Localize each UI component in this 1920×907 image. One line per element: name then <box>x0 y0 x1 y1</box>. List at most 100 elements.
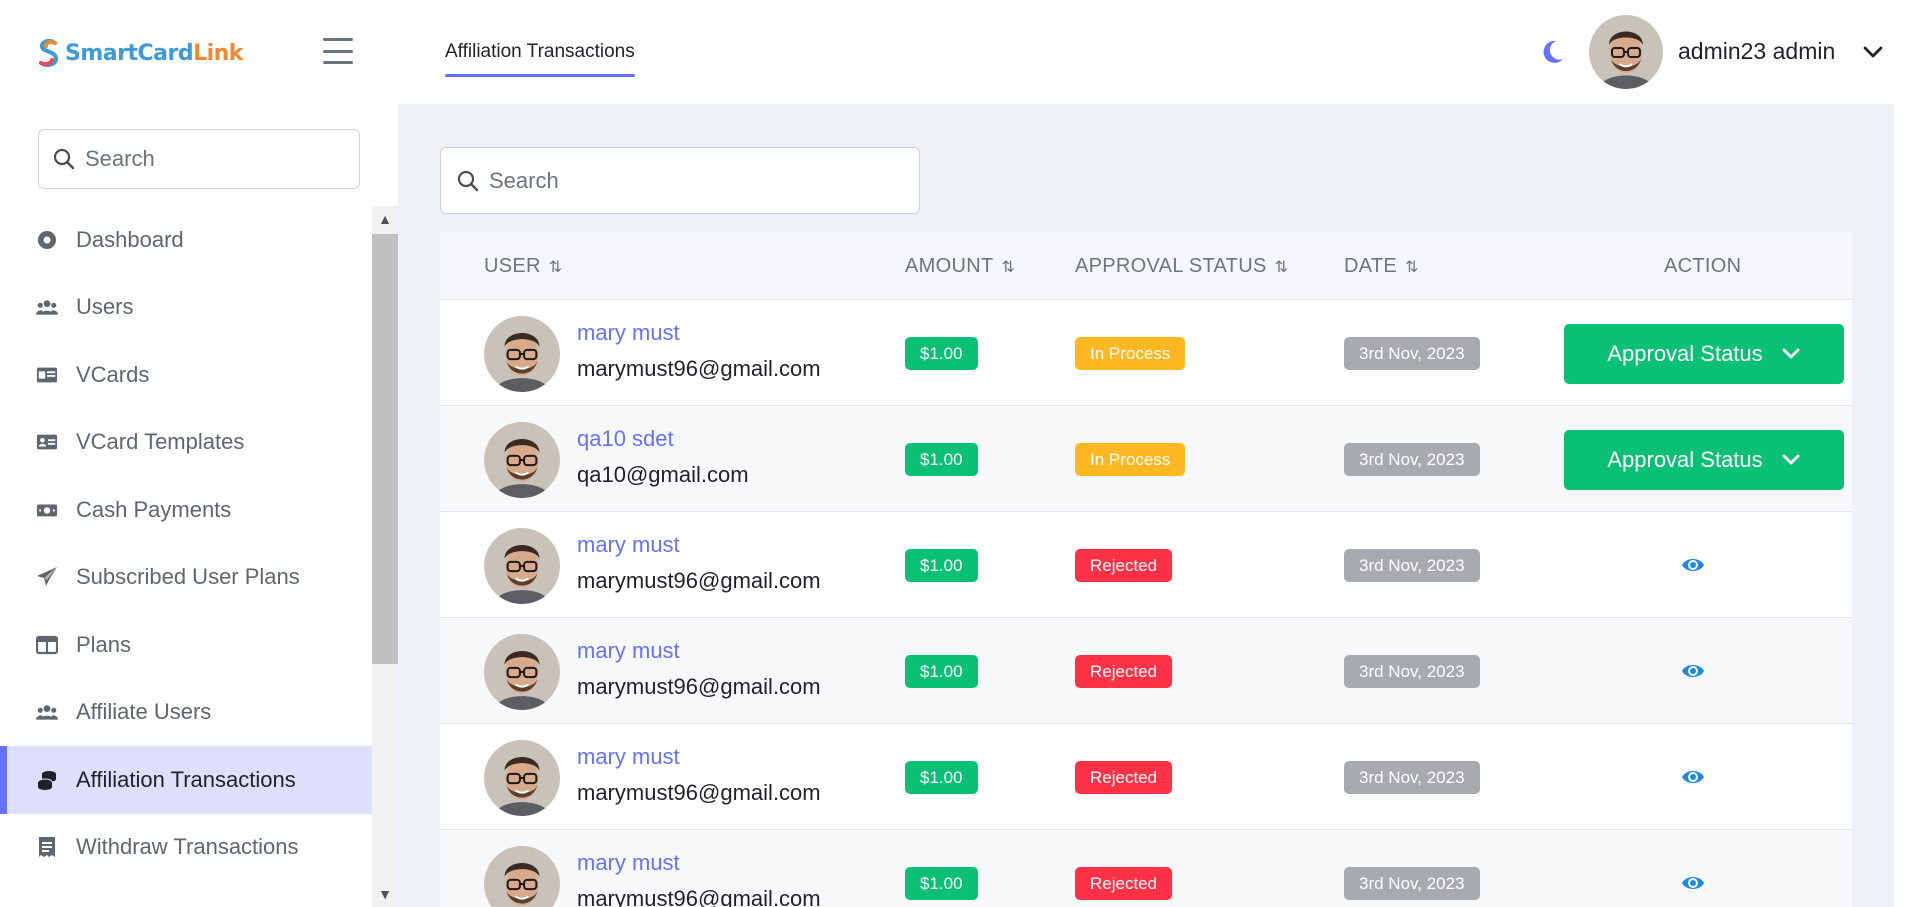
sidebar-item-vcards[interactable]: VCards <box>0 341 372 409</box>
user-menu-name[interactable]: admin23 admin <box>1678 38 1835 65</box>
status-badge: Rejected <box>1075 549 1173 582</box>
menu-toggle-button[interactable] <box>323 38 353 64</box>
chevron-down-icon[interactable] <box>1862 43 1884 61</box>
avatar[interactable] <box>1589 15 1663 89</box>
sidebar-item-label: Affiliate Users <box>76 699 212 725</box>
avatar <box>484 422 560 498</box>
sidebar-item-users[interactable]: Users <box>0 274 372 342</box>
column-label: DATE <box>1344 255 1398 277</box>
sidebar-item-affiliation-transactions[interactable]: Affiliation Transactions <box>0 746 372 814</box>
column-header-date[interactable]: DATE ⇅ <box>1344 255 1419 278</box>
column-header-action: ACTION <box>1664 255 1741 278</box>
column-label: ACTION <box>1664 255 1742 277</box>
eye-icon[interactable] <box>1681 554 1705 576</box>
sidebar-item-label: VCards <box>76 361 150 387</box>
sidebar-item-plans[interactable]: Plans <box>0 611 372 679</box>
plans-icon <box>36 634 58 656</box>
date-badge: 3rd Nov, 2023 <box>1344 761 1480 794</box>
logo-icon <box>39 38 58 68</box>
vcard-template-icon <box>36 431 58 453</box>
table-row: mary must marymust96@gmail.com $1.00 In … <box>440 300 1852 406</box>
sidebar-item-label: Affiliation Transactions <box>76 766 296 792</box>
button-label: Approval Status <box>1607 341 1763 366</box>
sidebar-item-withdraw-transactions[interactable]: Withdraw Transactions <box>0 814 372 882</box>
status-badge: In Process <box>1075 443 1186 476</box>
transactions-table: USER ⇅ AMOUNT ⇅ APPROVAL STATUS ⇅ DATE ⇅ ACT… <box>440 232 1852 907</box>
brand-logo[interactable]: SmartCardLink <box>37 36 243 70</box>
users-icon <box>36 701 58 723</box>
user-name-link[interactable]: mary must <box>577 320 680 346</box>
status-badge: Rejected <box>1075 761 1173 794</box>
scroll-down-arrow-icon[interactable]: ▼ <box>372 883 398 905</box>
sidebar-item-label: Dashboard <box>76 226 184 252</box>
sort-icon: ⇅ <box>1405 258 1419 276</box>
users-icon <box>36 296 58 318</box>
eye-icon[interactable] <box>1681 660 1705 682</box>
user-email: marymust96@gmail.com <box>577 356 821 381</box>
sidebar-scrollbar[interactable]: ▲ ▼ <box>372 206 398 907</box>
date-badge: 3rd Nov, 2023 <box>1344 443 1480 476</box>
amount-badge: $1.00 <box>905 655 978 688</box>
tab-affiliation-transactions[interactable]: Affiliation Transactions <box>445 41 635 77</box>
sidebar-item-subscribed-user-plans[interactable]: Subscribed User Plans <box>0 544 372 612</box>
sidebar-item-vcard-templates[interactable]: VCard Templates <box>0 409 372 477</box>
cash-icon <box>36 499 58 521</box>
sort-icon: ⇅ <box>548 258 563 276</box>
eye-icon[interactable] <box>1681 872 1705 894</box>
table-body: mary must marymust96@gmail.com $1.00 In … <box>440 300 1852 907</box>
page-edge <box>1894 0 1920 907</box>
moon-icon[interactable] <box>1538 38 1566 66</box>
amount-badge: $1.00 <box>905 761 978 794</box>
sidebar-search <box>38 129 360 189</box>
button-label: Approval Status <box>1607 447 1763 472</box>
user-email: marymust96@gmail.com <box>577 568 821 593</box>
dashboard-icon <box>36 229 58 251</box>
scroll-thumb[interactable] <box>372 234 398 664</box>
avatar <box>484 740 560 816</box>
sidebar-item-label: Withdraw Transactions <box>76 834 299 860</box>
amount-badge: $1.00 <box>905 867 978 900</box>
column-header-approval-status[interactable]: APPROVAL STATUS ⇅ <box>1075 255 1288 278</box>
user-email: marymust96@gmail.com <box>577 674 821 699</box>
sidebar-search-input[interactable] <box>85 146 330 172</box>
table-search <box>440 147 920 214</box>
hamburger-line <box>323 49 353 53</box>
receipt-icon <box>36 836 58 858</box>
date-badge: 3rd Nov, 2023 <box>1344 549 1480 582</box>
status-badge: Rejected <box>1075 655 1173 688</box>
status-badge: Rejected <box>1075 867 1173 900</box>
approval-status-dropdown-button[interactable]: Approval Status <box>1564 430 1844 490</box>
table-search-input[interactable] <box>489 167 859 194</box>
vcard-icon <box>36 364 58 386</box>
scroll-up-arrow-icon[interactable]: ▲ <box>372 208 398 230</box>
sidebar-item-label: Plans <box>76 631 132 657</box>
user-name-link[interactable]: mary must <box>577 638 680 664</box>
column-label: USER <box>484 255 541 277</box>
eye-icon[interactable] <box>1681 766 1705 788</box>
sidebar-menu: Dashboard Users VCards VCard Templates C… <box>0 206 372 907</box>
column-label: APPROVAL STATUS <box>1075 255 1267 277</box>
search-icon <box>457 170 479 191</box>
sort-icon: ⇅ <box>1001 258 1016 276</box>
column-header-amount[interactable]: AMOUNT ⇅ <box>905 255 1015 278</box>
brand-name: SmartCardLink <box>65 40 243 66</box>
user-name-link[interactable]: mary must <box>577 850 680 876</box>
table-header: USER ⇅ AMOUNT ⇅ APPROVAL STATUS ⇅ DATE ⇅ ACT… <box>440 232 1852 300</box>
sidebar-item-cash-payments[interactable]: Cash Payments <box>0 476 372 544</box>
table-row: mary must marymust96@gmail.com $1.00 Rej… <box>440 724 1852 830</box>
amount-badge: $1.00 <box>905 549 978 582</box>
column-header-user[interactable]: USER ⇅ <box>484 255 563 278</box>
sidebar-item-affiliate-users[interactable]: Affiliate Users <box>0 679 372 747</box>
approval-status-dropdown-button[interactable]: Approval Status <box>1564 324 1844 384</box>
sidebar-item-label: Users <box>76 294 134 320</box>
table-row: mary must marymust96@gmail.com $1.00 Rej… <box>440 618 1852 724</box>
sidebar-item-dashboard[interactable]: Dashboard <box>0 206 372 274</box>
sidebar-item-label: Subscribed User Plans <box>76 564 300 590</box>
date-badge: 3rd Nov, 2023 <box>1344 655 1480 688</box>
column-label: AMOUNT <box>905 255 994 277</box>
user-name-link[interactable]: mary must <box>577 744 680 770</box>
paper-plane-icon <box>36 566 58 588</box>
user-name-link[interactable]: mary must <box>577 532 680 558</box>
user-name-link[interactable]: qa10 sdet <box>577 426 674 452</box>
chevron-down-icon <box>1782 348 1800 359</box>
